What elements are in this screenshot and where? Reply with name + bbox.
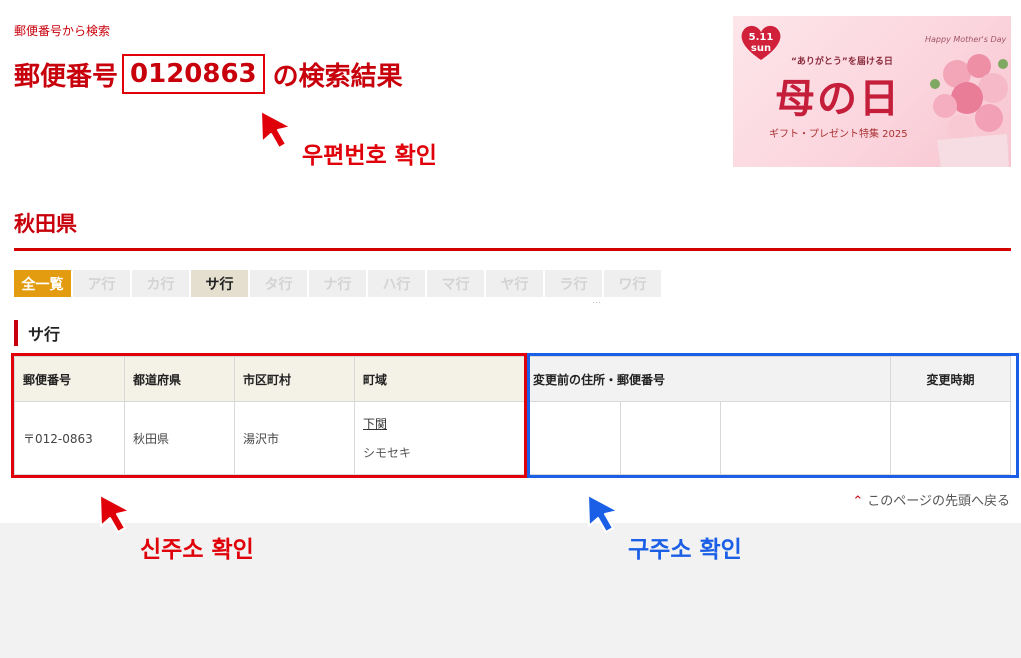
header-previous-address: 変更前の住所・郵便番号: [524, 356, 891, 402]
tab-row-5: ナ行: [309, 270, 366, 297]
town-kana: シモセキ: [363, 446, 412, 460]
tab-row-4: タ行: [250, 270, 307, 297]
tab-row-10: ワ行: [604, 270, 661, 297]
title-suffix: の検索結果: [272, 61, 403, 92]
zip-check-annotation: 우편번호 확인: [302, 143, 437, 169]
tab-row-9: ラ行: [545, 270, 602, 297]
mothers-day-banner[interactable]: 5.11 sun Happy Mother's Day “ありがとう”を届ける日…: [733, 16, 1011, 167]
kana-tab-bar: 全一覧 ア行 カ行 サ行 タ行 ナ行 ハ行 マ行 ヤ行 ラ行 ワ行: [14, 270, 663, 297]
new-address-annotation: 신주소 확인: [140, 537, 254, 563]
prefecture-heading: 秋田県: [14, 212, 77, 236]
chevron-up-icon: ⌃: [852, 494, 864, 509]
old-address-annotation: 구주소 확인: [628, 537, 742, 563]
town-link[interactable]: 下関: [363, 415, 516, 432]
header-zip: 郵便番号: [14, 356, 125, 402]
cell-previous-1: [524, 401, 621, 475]
arrow-cursor-icon: [260, 110, 292, 149]
table-row: 〒012-0863 秋田県 湯沢市 下関 シモセキ: [14, 401, 1011, 475]
page-title: 郵便番号 0120863 の検索結果: [14, 52, 403, 96]
cell-previous-3: [720, 401, 891, 475]
banner-script-text: Happy Mother's Day: [925, 35, 1007, 44]
tab-all[interactable]: 全一覧: [14, 270, 71, 297]
tab-row-7: マ行: [427, 270, 484, 297]
section-heading: サ行: [14, 320, 60, 346]
header-town: 町域: [354, 356, 525, 402]
cell-city: 湯沢市: [234, 401, 355, 475]
table-header-row: 郵便番号 都道府県 市区町村 町域 変更前の住所・郵便番号 変更時期: [14, 356, 1011, 402]
flower-bouquet-icon: [930, 54, 1009, 167]
tab-row-3[interactable]: サ行: [191, 270, 248, 297]
arrow-cursor-icon: [587, 494, 619, 533]
banner-tagline: ギフト・プレゼント特集 2025: [769, 129, 908, 140]
cell-changed-at: [890, 401, 1011, 475]
cell-previous-2: [620, 401, 721, 475]
back-to-top-label: このページの先頭へ戻る: [867, 494, 1010, 509]
address-table: 郵便番号 都道府県 市区町村 町域 変更前の住所・郵便番号 変更時期 〒012-…: [14, 356, 1011, 475]
title-prefix: 郵便番号: [14, 61, 119, 92]
tab-row-1: ア行: [73, 270, 130, 297]
header-prefecture: 都道府県: [124, 356, 235, 402]
header-city: 市区町村: [234, 356, 355, 402]
cell-prefecture: 秋田県: [124, 401, 235, 475]
cell-zip: 〒012-0863: [14, 401, 125, 475]
header-changed-at: 変更時期: [890, 356, 1011, 402]
tabs-more-indicator: …: [592, 296, 601, 306]
breadcrumb[interactable]: 郵便番号から検索: [14, 22, 110, 39]
cell-town: 下関 シモセキ: [354, 401, 525, 475]
prefecture-divider: [14, 248, 1011, 251]
arrow-cursor-icon: [99, 494, 131, 533]
tab-row-2: カ行: [132, 270, 189, 297]
page-content: 郵便番号から検索 郵便番号 0120863 の検索結果 5.11 sun Hap…: [0, 0, 1021, 523]
title-zip-code: 0120863: [122, 54, 265, 94]
back-to-top-link[interactable]: ⌃ このページの先頭へ戻る: [852, 490, 1010, 509]
banner-date: 5.11 sun: [748, 32, 774, 54]
banner-main-text: 母の日: [775, 75, 901, 122]
tab-row-6: ハ行: [368, 270, 425, 297]
tab-row-8: ヤ行: [486, 270, 543, 297]
